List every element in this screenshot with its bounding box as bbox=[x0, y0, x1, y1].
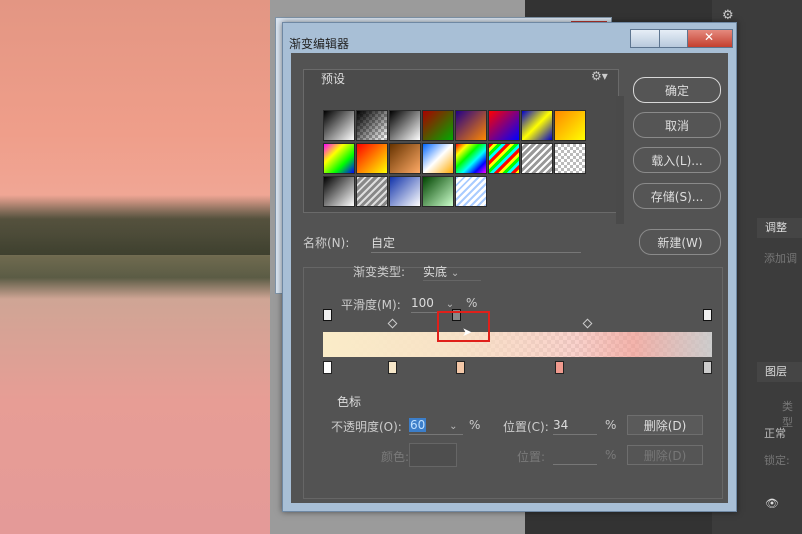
location-input[interactable]: 34 bbox=[553, 418, 597, 435]
color-location-unit: % bbox=[605, 448, 617, 462]
gradient-bar[interactable] bbox=[323, 332, 712, 357]
color-stop[interactable] bbox=[456, 361, 465, 374]
name-label: 名称(N): bbox=[303, 236, 350, 250]
gear-icon[interactable]: ⚙▾ bbox=[591, 69, 608, 83]
gradient-type-value: 实底 bbox=[423, 265, 448, 279]
preset-swatch[interactable] bbox=[554, 143, 586, 174]
preset-swatch[interactable] bbox=[455, 143, 487, 174]
smoothness-label: 平滑度(M): bbox=[341, 298, 401, 312]
tab-adjustments[interactable]: 调整 bbox=[757, 218, 802, 238]
preset-swatch[interactable] bbox=[323, 143, 355, 174]
preset-swatch[interactable] bbox=[356, 143, 388, 174]
chevron-down-icon: ⌄ bbox=[449, 421, 458, 432]
location-label: 位置(C): bbox=[503, 420, 549, 434]
dialog-title: 渐变编辑器 bbox=[289, 37, 350, 51]
new-button[interactable]: 新建(W) bbox=[639, 229, 721, 255]
maximize-button[interactable] bbox=[659, 29, 688, 48]
opacity-unit: % bbox=[469, 418, 481, 432]
color-location-label: 位置: bbox=[517, 450, 546, 464]
preset-swatch[interactable] bbox=[356, 176, 388, 207]
preset-swatch[interactable] bbox=[422, 110, 454, 141]
save-button[interactable]: 存储(S)... bbox=[633, 183, 721, 209]
preset-swatch[interactable] bbox=[488, 110, 520, 141]
preset-swatch[interactable] bbox=[521, 143, 553, 174]
delete-opacity-stop-button[interactable]: 删除(D) bbox=[627, 415, 703, 435]
preset-swatch[interactable] bbox=[356, 110, 388, 141]
name-input[interactable]: 自定 bbox=[371, 234, 581, 253]
opacity-label: 不透明度(O): bbox=[331, 420, 402, 434]
preset-swatch[interactable] bbox=[488, 143, 520, 174]
load-button[interactable]: 载入(L)... bbox=[633, 147, 721, 173]
color-label: 颜色: bbox=[381, 450, 410, 464]
eye-icon[interactable]: 👁 bbox=[765, 497, 779, 510]
color-swatch[interactable] bbox=[409, 443, 457, 467]
cancel-button[interactable]: 取消 bbox=[633, 112, 721, 138]
smoothness-value: 100 bbox=[411, 296, 434, 310]
gradient-editor-dialog: 渐变编辑器 ✕ 预设 ⚙▾ 确定 取消 载入(L)... 存储(S)... 名称… bbox=[282, 22, 737, 512]
color-location-input[interactable] bbox=[553, 448, 597, 465]
preset-swatch[interactable] bbox=[455, 176, 487, 207]
color-stop[interactable] bbox=[387, 361, 397, 374]
presets-label: 预设 bbox=[321, 72, 346, 86]
delete-color-stop-button[interactable]: 删除(D) bbox=[627, 445, 703, 465]
gradient-type-label: 渐变类型: bbox=[353, 265, 406, 279]
blend-mode[interactable]: 正常 bbox=[764, 425, 786, 441]
background-photo bbox=[0, 0, 300, 534]
stops-label: 色标 bbox=[337, 395, 362, 409]
tab-layers[interactable]: 图层 bbox=[757, 362, 802, 382]
minimize-button[interactable] bbox=[630, 29, 660, 48]
dialog-client: 预设 ⚙▾ 确定 取消 载入(L)... 存储(S)... 名称(N): 自定 … bbox=[291, 53, 728, 503]
preset-swatch[interactable] bbox=[422, 176, 454, 207]
smoothness-unit: % bbox=[466, 296, 478, 310]
preset-swatch[interactable] bbox=[554, 110, 586, 141]
preset-swatch[interactable] bbox=[422, 143, 454, 174]
opacity-stop[interactable] bbox=[323, 309, 332, 321]
preset-swatch[interactable] bbox=[521, 110, 553, 141]
presets-scrollbar[interactable] bbox=[616, 96, 624, 224]
close-button[interactable]: ✕ bbox=[687, 29, 733, 48]
close-icon: ✕ bbox=[704, 30, 715, 44]
color-stop[interactable] bbox=[323, 361, 332, 374]
adjust-hint: 添加调 bbox=[764, 252, 797, 265]
chevron-down-icon: ⌄ bbox=[450, 268, 460, 279]
location-unit: % bbox=[605, 418, 617, 432]
ok-button[interactable]: 确定 bbox=[633, 77, 721, 103]
cursor-icon: ➤ bbox=[462, 325, 473, 339]
opacity-value: 60 bbox=[409, 418, 427, 432]
preset-swatch[interactable] bbox=[389, 110, 421, 141]
lock-label: 锁定: bbox=[764, 454, 790, 467]
presets-panel bbox=[303, 69, 624, 224]
preset-swatch[interactable] bbox=[323, 110, 355, 141]
preset-grid bbox=[323, 110, 587, 208]
gradient-type-select[interactable]: 实底 ⌄ bbox=[423, 263, 481, 281]
color-stop[interactable] bbox=[703, 361, 712, 374]
color-stop[interactable] bbox=[554, 361, 564, 374]
preset-swatch[interactable] bbox=[389, 143, 421, 174]
opacity-input[interactable]: 60 ⌄ bbox=[409, 418, 463, 435]
preset-swatch[interactable] bbox=[323, 176, 355, 207]
opacity-stop[interactable] bbox=[703, 309, 712, 321]
preset-swatch[interactable] bbox=[389, 176, 421, 207]
preset-swatch[interactable] bbox=[455, 110, 487, 141]
